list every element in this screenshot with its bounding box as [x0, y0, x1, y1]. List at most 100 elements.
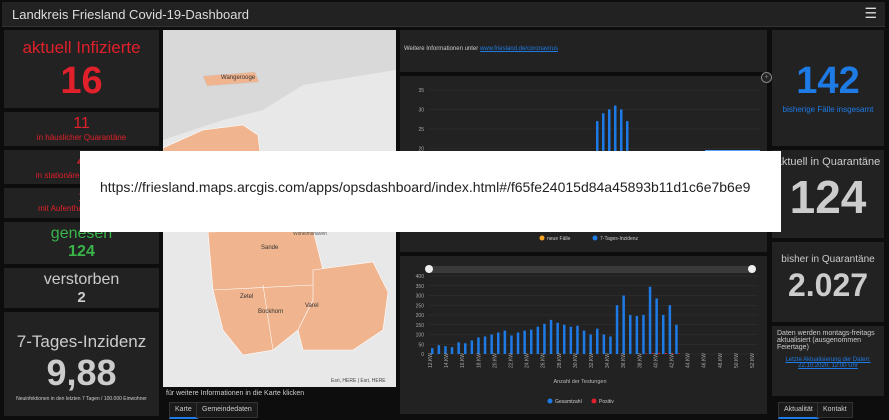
bar-gesamtzahl	[470, 340, 474, 354]
x-tick-label: 50.KW	[734, 353, 740, 368]
infected-label: aktuell Infizierte	[22, 38, 141, 57]
legend-label-neue-faelle: neue Fälle	[547, 236, 571, 242]
bar-gesamtzahl	[596, 328, 599, 354]
tab-karte[interactable]: Karte	[169, 402, 198, 419]
map-label-wangerooge: Wangerooge	[221, 75, 256, 81]
x-tick-label: 18.KW	[476, 353, 482, 368]
tab-aktualitaet[interactable]: Aktualität	[778, 402, 819, 419]
x-tick-label: 26.KW	[541, 353, 547, 368]
info-text: Weitere Informationen unter	[404, 46, 479, 52]
x-tick-label: 14.KW	[444, 353, 450, 368]
total-cases-card: 142 bisherige Fälle insgesamt	[772, 30, 884, 146]
bar-gesamtzahl	[536, 326, 540, 354]
bar-gesamtzahl	[675, 324, 678, 354]
home-quarantine-label: in häuslicher Quarantäne	[36, 133, 127, 142]
legend-swatch-gesamtzahl	[547, 398, 553, 404]
info-line: Weitere Informationen unter www.frieslan…	[404, 46, 558, 52]
map-attribution: Esri, HERE | Esri, HERE	[331, 378, 386, 384]
total-cases-value: 142	[796, 60, 860, 102]
x-tick-label: 12.KW	[428, 353, 434, 368]
title-bar: Landkreis Friesland Covid-19-Dashboard ☰	[2, 2, 885, 27]
y-tick-label: 400	[416, 274, 425, 280]
y-tick-label: 0	[421, 352, 424, 358]
bar-gesamtzahl	[576, 325, 579, 354]
current-quarantine-card: aktuell in Quarantäne 124	[772, 150, 884, 238]
bar-gesamtzahl	[642, 315, 645, 354]
info-panel: Weitere Informationen unter www.frieslan…	[400, 30, 767, 72]
update-card: Daten werden montags-freitags aktualisie…	[772, 326, 884, 396]
deceased-label: verstorben	[43, 271, 120, 288]
url-text: https://friesland.maps.arcgis.com/apps/o…	[100, 179, 751, 195]
x-tick-label: 32.KW	[589, 353, 595, 368]
x-tick-label: 30.KW	[573, 353, 579, 368]
bar-gesamtzahl	[543, 323, 546, 354]
expand-icon[interactable]: +	[761, 72, 772, 83]
incidence-card: 7-Tages-Inzidenz 9,88 Neuinfektionen in …	[4, 312, 159, 416]
bar-gesamtzahl	[655, 298, 658, 354]
bar-gesamtzahl	[444, 346, 447, 354]
infected-card: aktuell Infizierte 16	[4, 30, 159, 108]
bar-gesamtzahl	[464, 343, 467, 354]
bar-gesamtzahl	[648, 286, 652, 354]
map-label-varel: Varel	[305, 303, 319, 309]
legend-label-inzidenz: 7-Tages-Inzidenz	[600, 236, 639, 242]
bar-gesamtzahl	[490, 334, 493, 354]
x-tick-label: 40.KW	[653, 353, 659, 368]
x-tick-label: 24.KW	[525, 353, 531, 368]
tab-gemeindedaten[interactable]: Gemeindedaten	[196, 402, 258, 418]
y-tick-label: 50	[418, 342, 424, 348]
bar-gesamtzahl	[589, 334, 592, 354]
hamburger-icon[interactable]: ☰	[864, 5, 877, 22]
x-tick-label: 46.KW	[702, 353, 708, 368]
map-label-sande: Sande	[261, 245, 279, 251]
y-tick-label: 350	[416, 284, 425, 290]
bar-gesamtzahl	[483, 336, 487, 354]
legend-label-gesamtzahl: Gesamtzahl	[555, 399, 582, 405]
total-cases-label: bisherige Fälle insgesamt	[782, 105, 874, 114]
x-tick-label: 16.KW	[460, 353, 466, 368]
home-quarantine-value: 11	[73, 115, 90, 132]
bar-positiv	[678, 353, 680, 354]
slider-handle-right[interactable]	[748, 265, 756, 273]
legend-label-positiv: Positiv	[599, 399, 614, 405]
bar-positiv	[664, 353, 667, 354]
bar-gesamtzahl	[622, 295, 625, 354]
infected-value: 16	[60, 60, 103, 102]
last-update: Letzte Aktualisierung der Daten: 22.10.2…	[785, 357, 871, 369]
bar-gesamtzahl	[609, 336, 612, 354]
bar-gesamtzahl	[549, 319, 553, 354]
y-tick-label: 25	[418, 127, 424, 133]
y-tick-label: 150	[416, 323, 425, 329]
x-tick-label: 36.KW	[621, 353, 627, 368]
tab-kontakt[interactable]: Kontakt	[817, 402, 853, 418]
chart-scroll-slider[interactable]	[425, 265, 756, 273]
x-tick-label: 52.KW	[750, 353, 756, 368]
x-tick-label: 28.KW	[557, 353, 563, 368]
home-quarantine-card: 11 in häuslicher Quarantäne	[4, 112, 159, 146]
bar-gesamtzahl	[629, 315, 632, 354]
map-caption: für weitere Informationen in die Karte k…	[166, 390, 305, 397]
bar-gesamtzahl	[457, 342, 460, 354]
legend-swatch-neue-faelle	[539, 235, 545, 241]
legend-swatch-positiv	[591, 398, 597, 404]
info-link[interactable]: www.friesland.de/coronavirus	[480, 46, 558, 52]
bar-gesamtzahl	[497, 332, 500, 354]
x-tick-label: 22.KW	[509, 353, 515, 368]
y-tick-label: 30	[418, 107, 424, 113]
x-tick-label: 48.KW	[718, 353, 724, 368]
y-tick-label: 200	[416, 313, 425, 319]
map-label-bockhorn: Bockhorn	[258, 309, 283, 315]
bar-gesamtzahl	[510, 335, 513, 354]
bar-gesamtzahl	[516, 332, 520, 354]
deceased-value: 2	[77, 289, 86, 306]
current-quarantine-label: aktuell in Quarantäne	[775, 156, 881, 168]
legend-swatch-inzidenz	[592, 235, 598, 241]
bar-gesamtzahl	[450, 347, 454, 354]
bar-gesamtzahl	[523, 330, 526, 354]
slider-handle-left[interactable]	[425, 265, 433, 273]
bar-gesamtzahl	[582, 330, 586, 354]
x-axis-label: Anzahl der Testungen	[553, 379, 606, 385]
current-quarantine-value: 124	[789, 171, 867, 223]
x-tick-label: 44.KW	[686, 353, 692, 368]
x-tick-label: 20.KW	[492, 353, 498, 368]
